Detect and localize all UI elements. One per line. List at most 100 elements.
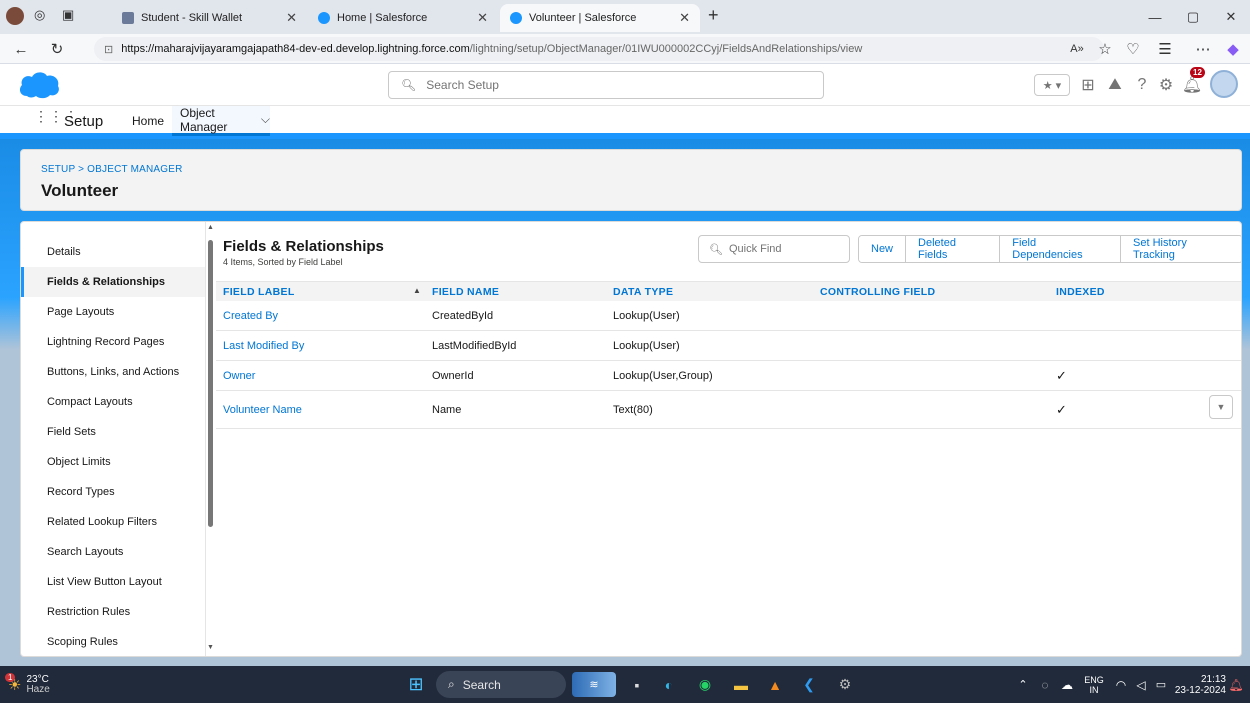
new-button[interactable]: New xyxy=(859,236,907,262)
column-header-controlling-field[interactable]: CONTROLLING FIELD xyxy=(820,286,935,298)
back-arrow-icon[interactable]: ← xyxy=(10,38,32,60)
tab-skill-wallet[interactable]: Student - Skill Wallet ✕ xyxy=(112,4,307,32)
tab-actions-icon[interactable]: ▣ xyxy=(62,7,74,23)
column-header-data-type[interactable]: DATA TYPE xyxy=(613,286,673,298)
breadcrumb[interactable]: SETUP > OBJECT MANAGER xyxy=(41,164,1221,175)
close-tab-icon[interactable]: ✕ xyxy=(477,10,488,26)
sidebar-item-lightning-record-pages[interactable]: Lightning Record Pages xyxy=(21,327,205,357)
sidebar-item-details[interactable]: Details xyxy=(21,237,205,267)
weather-widget[interactable]: ☀ 1 23°C Haze xyxy=(5,672,78,697)
site-info-icon[interactable]: ⊡ xyxy=(104,43,113,56)
address-bar[interactable]: ⊡ https://maharajvijayaramgajapath84-dev… xyxy=(94,37,1104,61)
notification-badge: 12 xyxy=(1190,67,1205,78)
scroll-up-icon[interactable]: ▲ xyxy=(207,224,214,231)
sidebar-item-field-sets[interactable]: Field Sets xyxy=(21,417,205,447)
taskbar-search-label: Search xyxy=(462,677,501,692)
sidebar-item-related-lookup-filters[interactable]: Related Lookup Filters xyxy=(21,507,205,537)
sidebar-item-list-view-button-layout[interactable]: List View Button Layout xyxy=(21,567,205,597)
sidebar-item-restriction-rules[interactable]: Restriction Rules xyxy=(21,597,205,627)
edge-browser-icon[interactable]: ◐ xyxy=(656,672,682,697)
sidebar-item-object-limits[interactable]: Object Limits xyxy=(21,447,205,477)
sidebar-item-record-types[interactable]: Record Types xyxy=(21,477,205,507)
copilot-icon[interactable]: ◆ xyxy=(1222,38,1244,60)
more-options-icon[interactable]: ⋯ xyxy=(1192,38,1214,60)
vscode-icon[interactable]: ❮ xyxy=(796,672,822,697)
field-label-link[interactable]: Created By xyxy=(223,310,278,322)
deleted-fields-button[interactable]: Deleted Fields xyxy=(906,236,1001,262)
close-tab-icon[interactable]: ✕ xyxy=(679,10,690,26)
browser-essentials-icon[interactable]: ♡ xyxy=(1122,38,1144,60)
onedrive-cloud-icon[interactable]: ☁ xyxy=(1058,672,1076,697)
notifications-bell-icon[interactable]: 🔔︎ 12 xyxy=(1180,67,1205,97)
chevron-down-icon[interactable]: ⌵ xyxy=(261,112,270,127)
workspaces-icon[interactable]: ◎ xyxy=(34,7,45,23)
data-type: Text(80) xyxy=(613,404,653,416)
section-title: Fields & Relationships xyxy=(223,238,384,255)
sidebar-item-compact-layouts[interactable]: Compact Layouts xyxy=(21,387,205,417)
browser-tab-strip: ◎ ▣ Student - Skill Wallet ✕ Home | Sale… xyxy=(0,0,1250,34)
notification-center-icon[interactable]: 🔔︎ xyxy=(1228,672,1244,697)
table-header: FIELD LABEL ▲ FIELD NAME DATA TYPE CONTR… xyxy=(216,281,1241,301)
tab-home-salesforce[interactable]: Home | Salesforce ✕ xyxy=(308,4,498,32)
favorites-list-icon[interactable]: ☰ xyxy=(1154,38,1176,60)
scrollbar-thumb[interactable] xyxy=(208,240,213,527)
phone-link-icon[interactable]: ◌ xyxy=(1036,672,1054,697)
favorite-star-icon[interactable]: ☆ xyxy=(1094,38,1116,60)
field-label-link[interactable]: Owner xyxy=(223,370,255,382)
salesforce-logo-icon[interactable] xyxy=(17,70,61,100)
nav-item-home[interactable]: Home xyxy=(132,106,164,136)
maximize-icon[interactable]: ▢ xyxy=(1174,0,1212,34)
taskbar-search[interactable]: ⌕ Search xyxy=(436,671,566,698)
profile-avatar[interactable] xyxy=(6,7,24,25)
column-header-field-label[interactable]: FIELD LABEL xyxy=(223,286,295,298)
search-setup-input[interactable]: 🔍︎ Search Setup xyxy=(388,71,824,99)
sidebar-item-scoping-rules[interactable]: Scoping Rules xyxy=(21,627,205,656)
user-avatar[interactable] xyxy=(1210,70,1238,98)
nav-item-object-manager[interactable]: Object Manager ⌵ xyxy=(172,106,270,136)
sidebar-item-fields-relationships[interactable]: Fields & Relationships xyxy=(21,267,205,297)
column-header-field-name[interactable]: FIELD NAME xyxy=(432,286,499,298)
sidebar-item-search-layouts[interactable]: Search Layouts xyxy=(21,537,205,567)
column-header-indexed[interactable]: INDEXED xyxy=(1056,286,1105,298)
widgets-banner-icon[interactable]: ≋ xyxy=(572,672,616,697)
refresh-icon[interactable]: ↻ xyxy=(46,38,68,60)
page-title: Volunteer xyxy=(41,181,119,200)
volume-icon[interactable]: ◁ xyxy=(1132,672,1150,697)
close-window-icon[interactable]: ✕ xyxy=(1212,0,1250,34)
set-history-tracking-button[interactable]: Set History Tracking xyxy=(1121,236,1241,262)
favorites-star-icon[interactable]: ★ ▾ xyxy=(1034,74,1070,96)
show-hidden-icons-chevron-icon[interactable]: ⌃ xyxy=(1015,672,1031,697)
row-actions-dropdown-icon[interactable]: ▼ xyxy=(1209,395,1233,419)
language-indicator[interactable]: ENG IN xyxy=(1082,672,1106,697)
settings-app-icon[interactable]: ⚙ xyxy=(832,672,858,697)
file-explorer-icon[interactable]: ▬ xyxy=(728,672,754,697)
lang-bottom: IN xyxy=(1089,684,1099,695)
help-icon[interactable]: ? xyxy=(1130,73,1154,97)
quick-find-input[interactable]: 🔍︎ Quick Find xyxy=(698,235,850,263)
sort-ascending-icon[interactable]: ▲ xyxy=(413,286,421,295)
object-page-header: SETUP > OBJECT MANAGER Volunteer xyxy=(20,149,1242,211)
sidebar-item-page-layouts[interactable]: Page Layouts xyxy=(21,297,205,327)
task-view-icon[interactable]: ▪ xyxy=(624,672,650,697)
close-tab-icon[interactable]: ✕ xyxy=(286,10,297,26)
minimize-icon[interactable]: — xyxy=(1136,0,1174,34)
trailhead-icon[interactable]: ⛰ xyxy=(1103,73,1127,97)
tab-volunteer-salesforce[interactable]: Volunteer | Salesforce ✕ xyxy=(500,4,700,32)
field-label-link[interactable]: Last Modified By xyxy=(223,340,304,352)
sidebar-item-buttons-links-and-actions[interactable]: Buttons, Links, and Actions xyxy=(21,357,205,387)
global-actions-icon[interactable]: ⊞ xyxy=(1076,73,1100,97)
field-dependencies-button[interactable]: Field Dependencies xyxy=(1000,236,1122,262)
search-icon: ⌕ xyxy=(448,677,455,691)
scroll-down-icon[interactable]: ▼ xyxy=(207,644,214,651)
clock-date: 23-12-2024 xyxy=(1174,684,1226,696)
new-tab-button[interactable]: + xyxy=(708,5,719,26)
wifi-icon[interactable]: ◠ xyxy=(1112,672,1130,697)
read-aloud-icon[interactable]: A» xyxy=(1066,38,1088,60)
clock[interactable]: 21:13 23-12-2024 xyxy=(1166,672,1226,697)
setup-gear-icon[interactable]: ⚙ xyxy=(1154,73,1178,97)
clock-time: 21:13 xyxy=(1200,673,1226,685)
windows-start-icon[interactable]: ⊞ xyxy=(404,672,428,697)
field-label-link[interactable]: Volunteer Name xyxy=(223,404,302,416)
vlc-icon[interactable]: ▲ xyxy=(762,672,788,697)
whatsapp-icon[interactable]: ◉ xyxy=(692,672,718,697)
